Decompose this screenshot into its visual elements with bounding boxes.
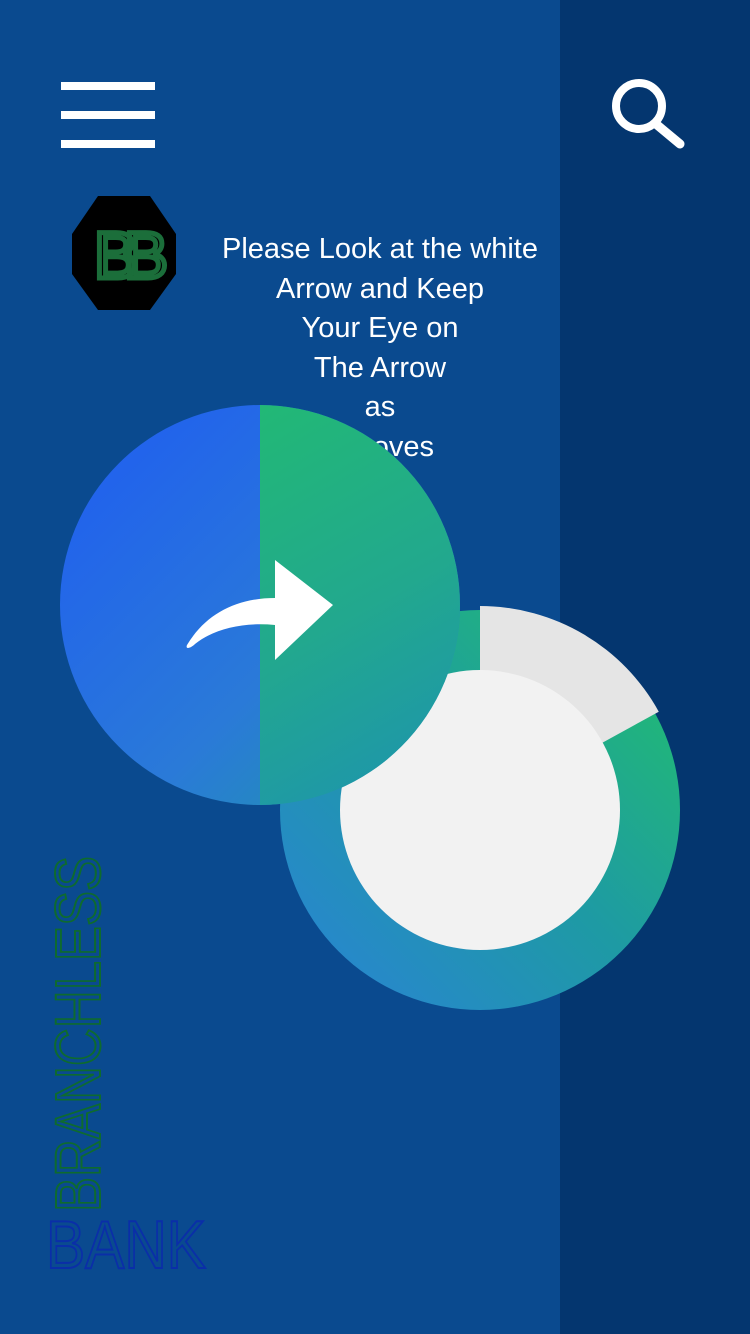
- instruction-line: Arrow and Keep: [276, 272, 484, 305]
- menu-bar: [61, 111, 155, 119]
- arrow-dial[interactable]: [55, 400, 465, 810]
- hamburger-menu-icon[interactable]: [58, 78, 158, 152]
- instruction-line: Your Eye on: [301, 312, 459, 344]
- menu-bar: [61, 82, 155, 90]
- search-icon[interactable]: [606, 74, 690, 154]
- instruction-line: Please Look at the white: [222, 233, 538, 265]
- instruction-line: The Arrow: [313, 351, 447, 384]
- menu-bar: [61, 140, 155, 148]
- brand-logo: BB: [70, 194, 181, 312]
